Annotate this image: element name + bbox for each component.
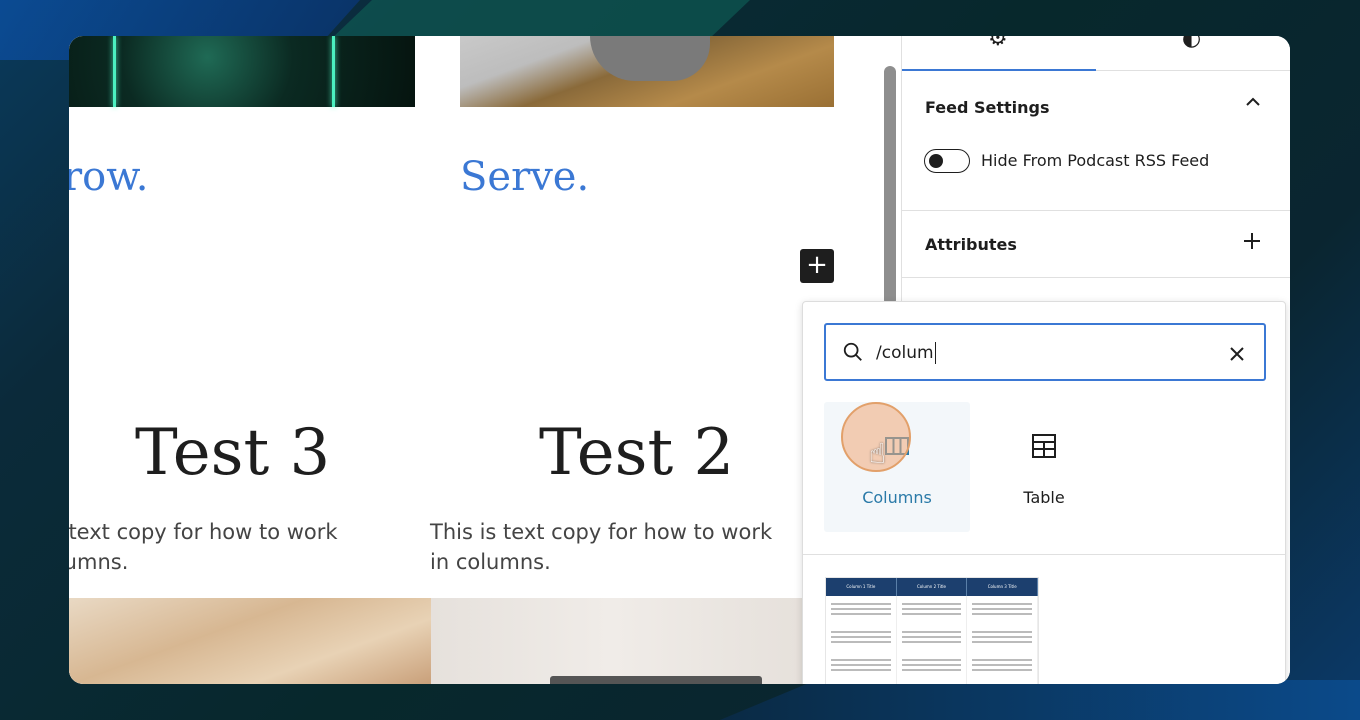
device-shape [550,676,762,684]
text-caret [934,342,937,364]
neon-line [113,36,116,107]
editor-window: row. Serve. + Test 3 Test 2 is text copy… [69,36,1290,684]
pattern-header-row: Column 1 Title Column 2 Title Column 3 T… [826,578,1038,596]
hide-rss-label: Hide From Podcast RSS Feed [981,151,1210,170]
gear-icon[interactable]: ⚙ [988,36,1008,51]
attributes-title[interactable]: Attributes [925,235,1017,254]
attributes-panel: Attributes [902,211,1290,278]
pattern-preview[interactable]: Column 1 Title Column 2 Title Column 3 T… [825,577,1039,684]
body-copy-right[interactable]: This is text copy for how to work in col… [430,517,790,577]
feed-settings-title[interactable]: Feed Settings [925,98,1050,117]
canvas-scrollbar[interactable] [884,66,896,306]
search-icon [843,342,862,361]
pattern-header: Column 1 Title [826,578,897,596]
block-label-table: Table [1023,488,1065,507]
table-icon [1032,434,1056,458]
image-wood[interactable] [69,598,431,684]
block-label-columns: Columns [862,488,932,507]
close-icon[interactable] [1228,339,1246,369]
hide-rss-toggle[interactable] [924,149,970,173]
pattern-header: Column 3 Title [967,578,1038,596]
background-shape [720,680,1360,720]
plus-icon[interactable] [1242,231,1262,256]
pattern-header: Column 2 Title [897,578,968,596]
heading-grow[interactable]: row. [69,154,148,200]
hand-cursor-icon: ☝ [869,437,887,470]
chevron-up-icon[interactable] [1244,93,1262,116]
sidebar-tabs: ⚙ ◐ [902,36,1290,71]
background-shape [330,0,750,40]
title-test-3[interactable]: Test 3 [135,416,330,490]
pattern-body [826,596,1038,684]
title-test-2[interactable]: Test 2 [539,416,734,490]
image-knit[interactable] [460,36,834,107]
block-option-table[interactable]: Table [971,402,1117,532]
search-query: /colum [876,342,937,364]
heading-serve[interactable]: Serve. [460,154,589,200]
knit-shape [590,36,710,81]
editor-canvas: row. Serve. + Test 3 Test 2 is text copy… [69,36,881,684]
pattern-column [967,596,1038,684]
body-copy-left[interactable]: is text copy for how to work olumns. [69,517,375,577]
divider [803,554,1285,555]
pattern-column [897,596,968,684]
contrast-icon[interactable]: ◐ [1182,36,1201,51]
block-search-input[interactable]: /colum [824,323,1266,381]
add-block-button[interactable]: + [800,249,834,283]
block-inserter-popover: /colum Columns Table ☝ Column 1 Title Co… [802,301,1286,684]
feed-settings-panel: Feed Settings Hide From Podcast RSS Feed [902,71,1290,211]
image-plant[interactable] [69,36,415,107]
toggle-knob [929,154,943,168]
pattern-column [826,596,897,684]
neon-line [332,36,335,107]
